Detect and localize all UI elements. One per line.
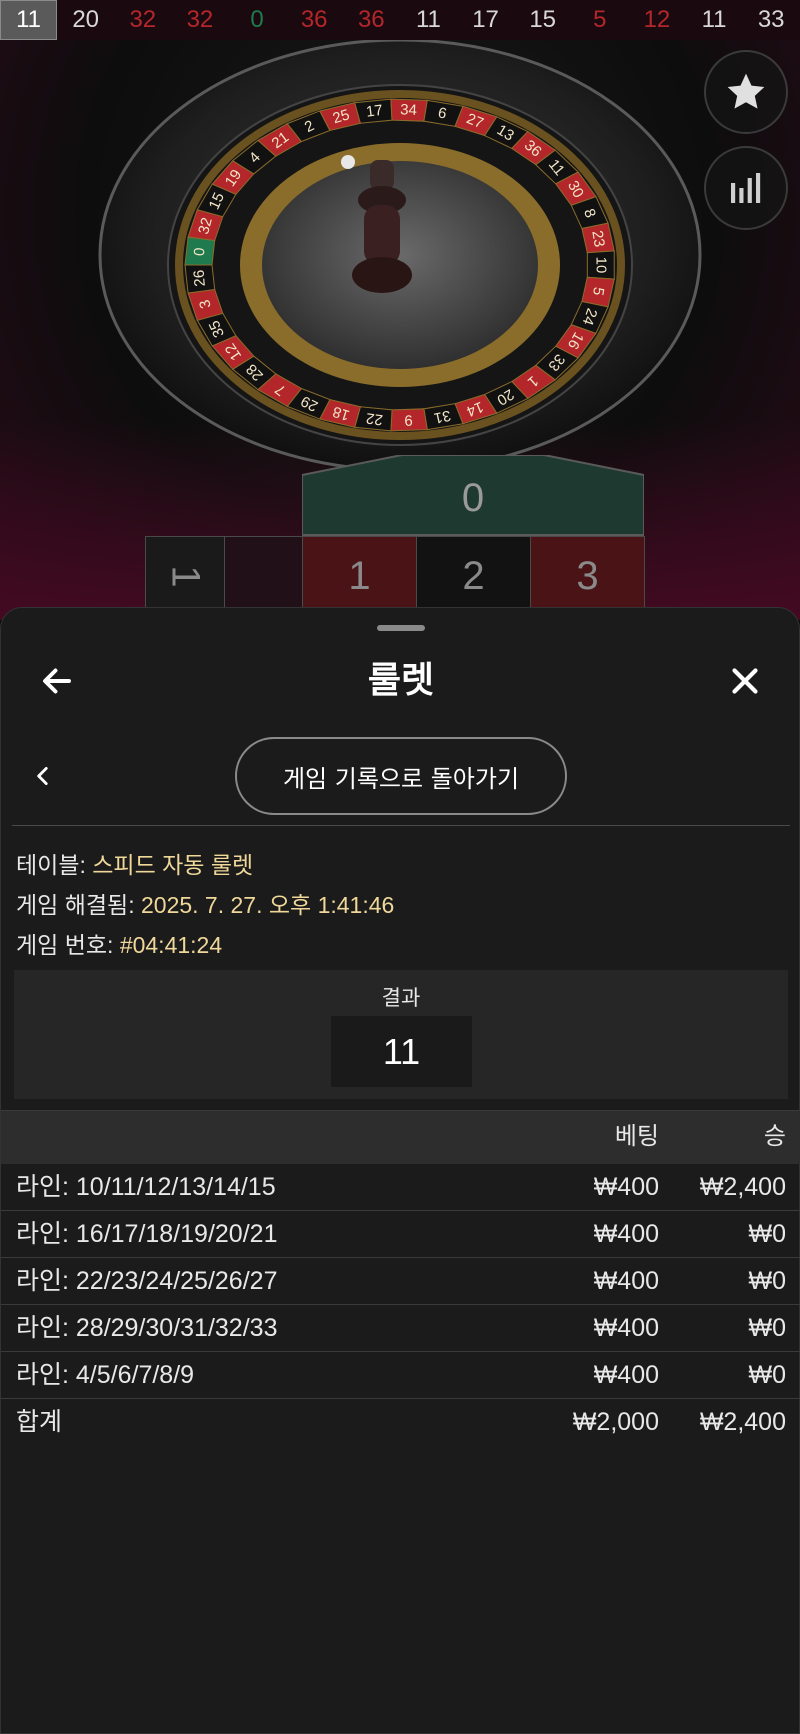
history-nav-row: 게임 기록으로 돌아가기 <box>1 737 800 817</box>
side-bet-cell[interactable]: 1 <box>145 536 225 616</box>
wheel-pocket-number: 26 <box>191 269 209 287</box>
result-label: 결과 <box>381 986 421 1010</box>
table-row: 라인: 22/23/24/25/26/27 ₩400 ₩0 <box>1 1258 800 1305</box>
table-row: 라인: 16/17/18/19/20/21 ₩400 ₩0 <box>1 1211 800 1258</box>
history-item: 32 <box>186 6 214 33</box>
wheel-pocket-number: 9 <box>404 411 413 428</box>
bet-amount: ₩400 <box>593 1314 659 1342</box>
total-row: 합계 ₩2,000 ₩2,400 <box>1 1399 800 1446</box>
bet-amount: ₩400 <box>593 1220 659 1248</box>
sheet-drag-handle[interactable] <box>377 625 425 631</box>
history-item: 36 <box>300 6 328 33</box>
close-button[interactable] <box>717 653 773 709</box>
total-label: 합계 <box>16 1408 63 1436</box>
bet-name: 라인: 22/23/24/25/26/27 <box>16 1267 278 1295</box>
history-item: 17 <box>472 6 499 33</box>
side-bet-cell[interactable] <box>224 536 304 616</box>
total-bet: ₩2,000 <box>572 1408 659 1436</box>
history-item: 0 <box>250 6 264 33</box>
table-label: 테이블: <box>16 852 86 878</box>
wheel-pocket-number: 0 <box>191 247 209 257</box>
resolved-info: 게임 해결됨: 2025. 7. 27. 오후 1:41:46 <box>16 886 394 920</box>
bet-name: 라인: 10/11/12/13/14/15 <box>16 1173 276 1201</box>
wheel-pocket-number: 22 <box>365 409 384 428</box>
resolved-value: 2025. 7. 27. 오후 1:41:46 <box>140 892 395 918</box>
history-item: 5 <box>593 6 607 33</box>
resolved-label: 게임 해결됨: <box>16 892 135 918</box>
number-cell[interactable]: 2 <box>416 536 531 616</box>
side-bet-label: 1 <box>163 564 208 588</box>
roulette-wheel: 03215194212 25 17 34 6 2713361130823105241633… <box>98 40 702 472</box>
wheel-pocket-number: 23 <box>588 229 608 248</box>
bets-table-header: 베팅 승 <box>1 1110 800 1164</box>
bar-chart-icon <box>731 173 761 203</box>
win-column-header: 승 <box>763 1123 786 1150</box>
history-item: 33 <box>757 6 785 33</box>
history-item: 12 <box>643 6 671 33</box>
bet-amount: ₩400 <box>593 1173 659 1201</box>
number-cell[interactable]: 1 <box>302 536 417 616</box>
previous-game-button[interactable] <box>15 748 71 804</box>
bet-name: 라인: 28/29/30/31/32/33 <box>16 1314 278 1342</box>
total-win: ₩2,400 <box>699 1408 786 1436</box>
game-number-value: #04:41:24 <box>119 932 223 958</box>
history-item: 15 <box>529 6 557 33</box>
chevron-left-icon <box>37 767 48 785</box>
divider <box>12 825 790 826</box>
history-item: 20 <box>72 6 100 33</box>
win-amount: ₩0 <box>748 1314 787 1342</box>
sheet-header: 룰렛 <box>1 648 800 714</box>
table-value: 스피드 자동 룰렛 <box>92 852 254 878</box>
game-number-label: 게임 번호: <box>16 932 114 958</box>
history-item: 32 <box>129 6 157 33</box>
close-icon <box>732 668 758 694</box>
star-icon <box>727 73 765 109</box>
result-panel: 결과 11 <box>14 970 788 1099</box>
roulette-ball <box>341 155 355 169</box>
zero-label: 0 <box>462 476 484 520</box>
result-history-strip: 11 20 32 32 0 36 36 11 17 15 5 12 11 33 <box>0 0 800 40</box>
wheel-pocket-number: 31 <box>432 406 452 426</box>
bet-amount: ₩400 <box>593 1361 659 1389</box>
history-item: 11 <box>701 6 727 33</box>
table-row: 라인: 10/11/12/13/14/15 ₩400 ₩2,400 <box>1 1164 800 1211</box>
win-amount: ₩0 <box>748 1267 787 1295</box>
bet-name: 라인: 4/5/6/7/8/9 <box>16 1361 195 1389</box>
back-to-history-button[interactable]: 게임 기록으로 돌아가기 <box>235 737 567 815</box>
wheel-turret <box>370 160 394 190</box>
table-row: 라인: 4/5/6/7/8/9 ₩400 ₩0 <box>1 1352 800 1399</box>
number-cell[interactable]: 3 <box>530 536 645 616</box>
wheel-pocket-number: 34 <box>400 101 417 119</box>
game-details-sheet: 룰렛 게임 기록으로 돌아가기 테이블: 스피드 자동 룰렛 게임 해결됨: 2… <box>0 607 800 1734</box>
table-row: 라인: 28/29/30/31/32/33 ₩400 ₩0 <box>1 1305 800 1352</box>
result-value: 11 <box>331 1016 472 1087</box>
win-amount: ₩0 <box>748 1361 787 1389</box>
history-item: 11 <box>415 6 441 33</box>
game-number-info: 게임 번호: #04:41:24 <box>16 926 222 960</box>
win-amount: ₩0 <box>748 1220 787 1248</box>
history-item: 11 <box>0 0 58 40</box>
statistics-button[interactable] <box>704 146 788 230</box>
sheet-title: 룰렛 <box>367 660 435 701</box>
bets-table: 베팅 승 라인: 10/11/12/13/14/15 ₩400 ₩2,400 라… <box>1 1110 800 1446</box>
table-info: 테이블: 스피드 자동 룰렛 <box>16 846 253 880</box>
bet-column-header: 베팅 <box>614 1123 659 1150</box>
favorites-button[interactable] <box>704 50 788 134</box>
history-item: 36 <box>357 6 385 33</box>
game-video-area: 0 32 15 19 4 21 2 25 17 34 6 27 13 36 11 30 8 23 10 5 24 16 33… <box>0 40 800 620</box>
wheel-pocket-number: 10 <box>593 257 610 274</box>
wheel-pocket-number: 17 <box>365 102 384 121</box>
bet-name: 라인: 16/17/18/19/20/21 <box>16 1220 278 1248</box>
bet-amount: ₩400 <box>593 1267 659 1295</box>
win-amount: ₩2,400 <box>699 1173 786 1201</box>
